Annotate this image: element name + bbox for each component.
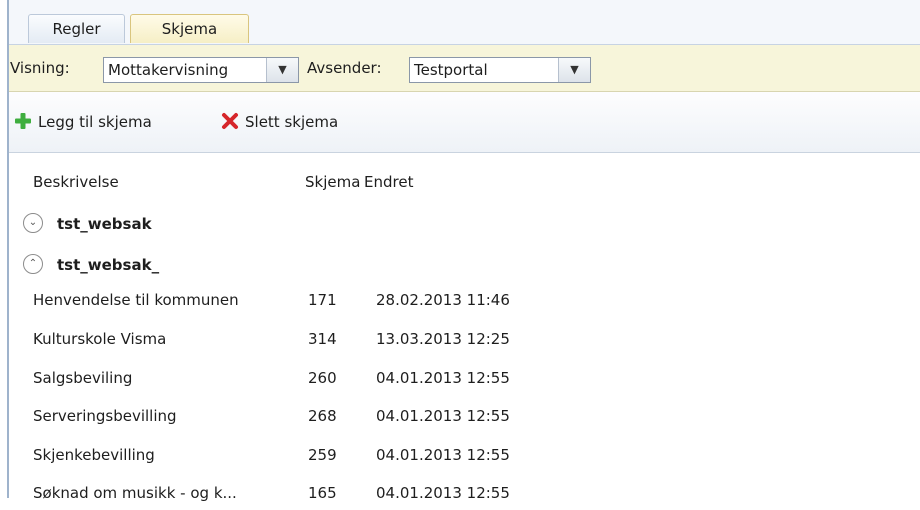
forms-grid: Beskrivelse Skjema Endret ⌄ tst_websak ⌃ t… bbox=[9, 153, 920, 502]
cell-skjema: 259 bbox=[308, 446, 337, 464]
table-row[interactable]: Kulturskole Visma 314 13.03.2013 12:25 bbox=[9, 322, 920, 356]
tab-strip: Regler Skjema bbox=[9, 0, 920, 45]
table-row[interactable]: Salgsbeviling 260 04.01.2013 12:55 bbox=[9, 361, 920, 395]
cell-beskrivelse: Henvendelse til kommunen bbox=[33, 291, 239, 309]
red-x-icon bbox=[222, 113, 238, 129]
cell-skjema: 268 bbox=[308, 407, 337, 425]
visning-value: Mottakervisning bbox=[108, 61, 229, 79]
left-frame bbox=[0, 0, 9, 498]
cell-beskrivelse: Skjenkebevilling bbox=[33, 446, 155, 464]
add-form-label: Legg til skjema bbox=[38, 113, 152, 131]
avsender-value: Testportal bbox=[414, 61, 488, 79]
table-row[interactable]: Skjenkebevilling 259 04.01.2013 12:55 bbox=[9, 438, 920, 472]
table-row[interactable]: Serveringsbevilling 268 04.01.2013 12:55 bbox=[9, 399, 920, 433]
cell-endret: 13.03.2013 12:25 bbox=[376, 330, 510, 348]
group-row-tst-websak[interactable]: ⌄ tst_websak bbox=[23, 207, 152, 241]
group-row-tst-websak-expanded[interactable]: ⌃ tst_websak_ bbox=[23, 248, 159, 282]
green-plus-icon bbox=[15, 113, 31, 129]
column-header-skjema[interactable]: Skjema bbox=[305, 169, 360, 195]
cell-skjema: 171 bbox=[308, 291, 337, 309]
group-name: tst_websak_ bbox=[57, 256, 160, 274]
delete-form-button[interactable]: Slett skjema bbox=[221, 92, 338, 152]
add-form-button[interactable]: Legg til skjema bbox=[14, 92, 152, 152]
cell-endret: 04.01.2013 12:55 bbox=[376, 407, 510, 425]
action-toolbar: Legg til skjema Slett skjema bbox=[9, 92, 920, 153]
cell-skjema: 165 bbox=[308, 484, 337, 502]
visning-dropdown[interactable]: Mottakervisning ▼ bbox=[103, 57, 299, 83]
tab-skjema[interactable]: Skjema bbox=[130, 14, 249, 43]
chevron-down-icon[interactable]: ▼ bbox=[558, 58, 590, 82]
visning-label: Visning: bbox=[10, 59, 70, 77]
cell-endret: 04.01.2013 12:55 bbox=[376, 484, 510, 502]
collapse-chevron-icon[interactable]: ⌃ bbox=[23, 254, 43, 274]
avsender-dropdown[interactable]: Testportal ▼ bbox=[409, 57, 591, 83]
cell-endret: 04.01.2013 12:55 bbox=[376, 446, 510, 464]
table-row[interactable]: Henvendelse til kommunen 171 28.02.2013 … bbox=[9, 283, 920, 317]
tab-regler[interactable]: Regler bbox=[28, 14, 125, 43]
cell-beskrivelse: Kulturskole Visma bbox=[33, 330, 167, 348]
cell-endret: 28.02.2013 11:46 bbox=[376, 291, 510, 309]
table-row[interactable]: Søknad om musikk - og k... 165 04.01.201… bbox=[9, 476, 920, 510]
cell-beskrivelse: Salgsbeviling bbox=[33, 369, 133, 387]
filter-bar: Visning: Mottakervisning ▼ Avsender: Tes… bbox=[9, 45, 920, 92]
cell-beskrivelse: Serveringsbevilling bbox=[33, 407, 177, 425]
cell-skjema: 260 bbox=[308, 369, 337, 387]
cell-skjema: 314 bbox=[308, 330, 337, 348]
avsender-label: Avsender: bbox=[307, 59, 382, 77]
group-name: tst_websak bbox=[57, 215, 152, 233]
cell-beskrivelse: Søknad om musikk - og k... bbox=[33, 484, 237, 502]
chevron-down-icon[interactable]: ▼ bbox=[266, 58, 298, 82]
expand-chevron-icon[interactable]: ⌄ bbox=[23, 213, 43, 233]
delete-form-label: Slett skjema bbox=[245, 113, 339, 131]
column-header-beskrivelse[interactable]: Beskrivelse bbox=[33, 169, 119, 195]
cell-endret: 04.01.2013 12:55 bbox=[376, 369, 510, 387]
column-header-endret[interactable]: Endret bbox=[364, 169, 413, 195]
